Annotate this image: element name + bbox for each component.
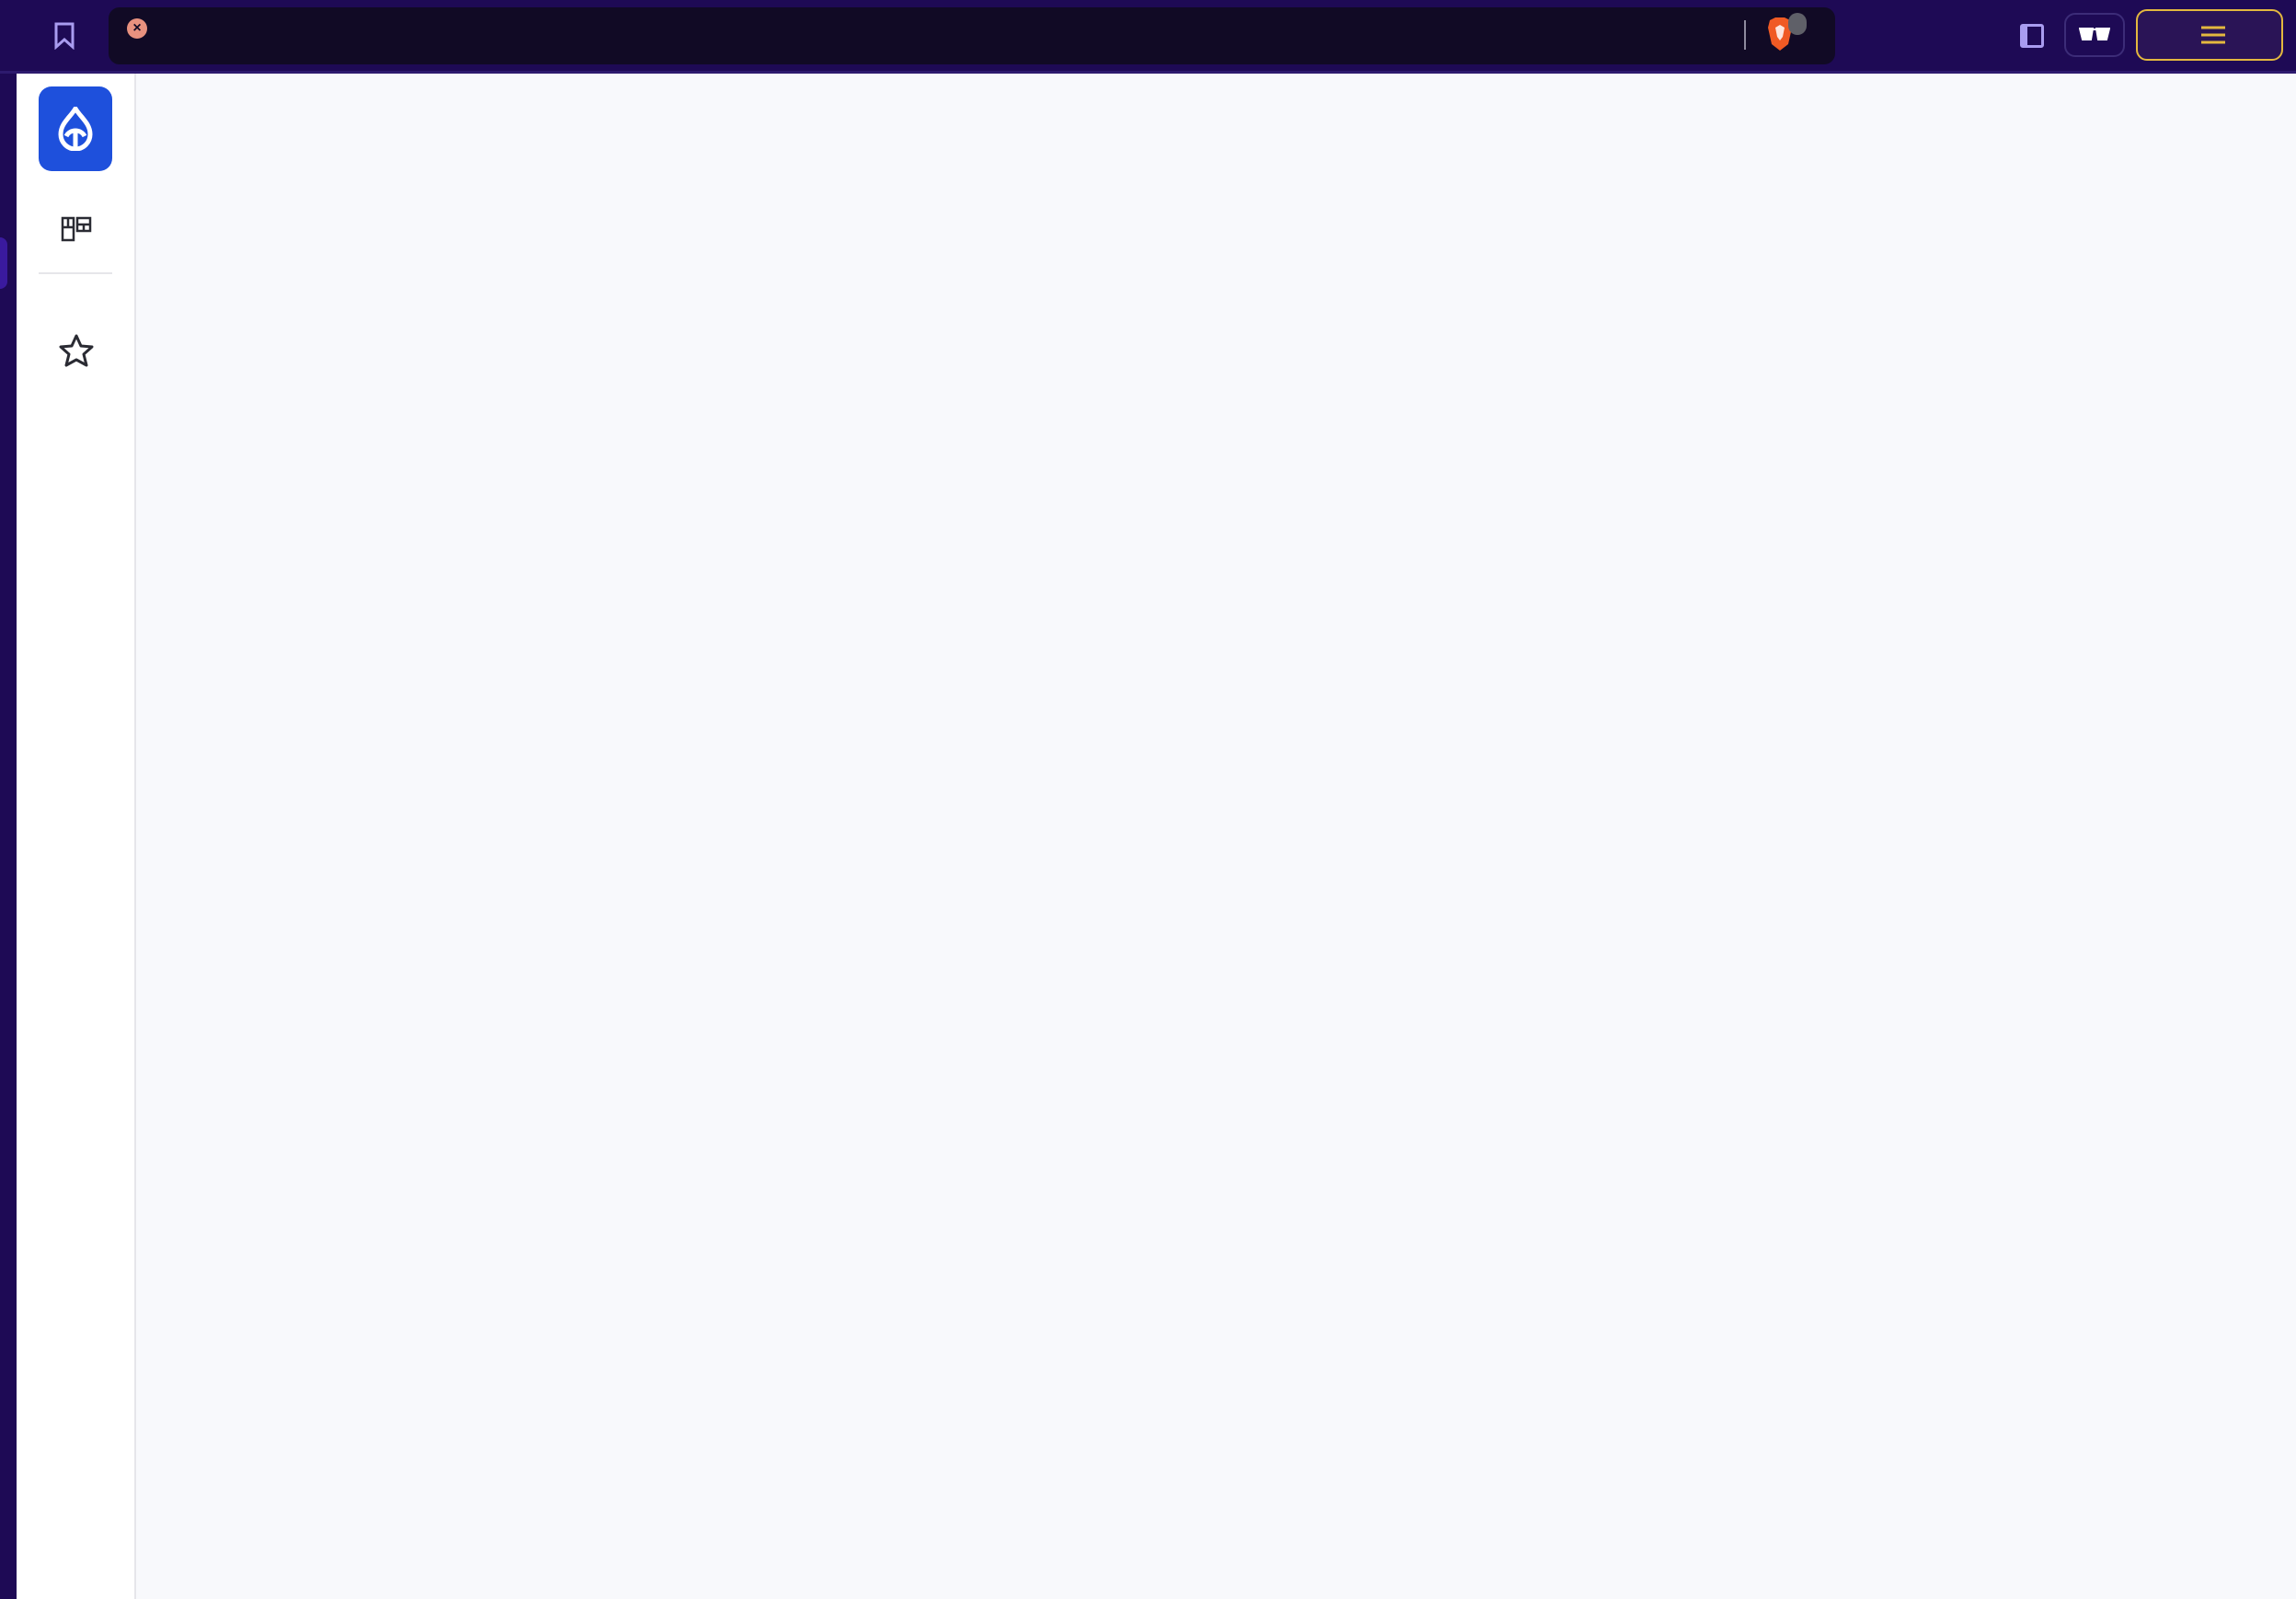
drupal-logo[interactable] [39,86,112,171]
star-icon [59,334,94,367]
menu-icon [2201,26,2225,44]
address-bar[interactable] [109,7,1835,64]
url-divider [1744,20,1746,50]
reader-mode-button[interactable] [2064,13,2125,57]
side-strip-marker [0,237,7,289]
admin-sidebar [17,74,136,1599]
grid-icon [61,216,92,242]
warning-icon: × [127,18,147,39]
shields-badge [1788,13,1807,35]
bookmark-icon[interactable] [53,22,75,50]
sidebar-item-dashboard[interactable] [57,210,96,248]
security-indicator[interactable]: × [127,18,160,39]
browser-sidebar-icon[interactable] [2020,24,2044,48]
sidebar-divider [39,272,112,274]
glasses-icon [2079,28,2110,40]
update-button[interactable] [2136,9,2283,61]
sidebar-item-favorites[interactable] [57,331,96,370]
browser-side-strip [0,74,17,1599]
browser-toolbar: × [0,0,2296,74]
drupal-drop-icon [58,107,93,151]
